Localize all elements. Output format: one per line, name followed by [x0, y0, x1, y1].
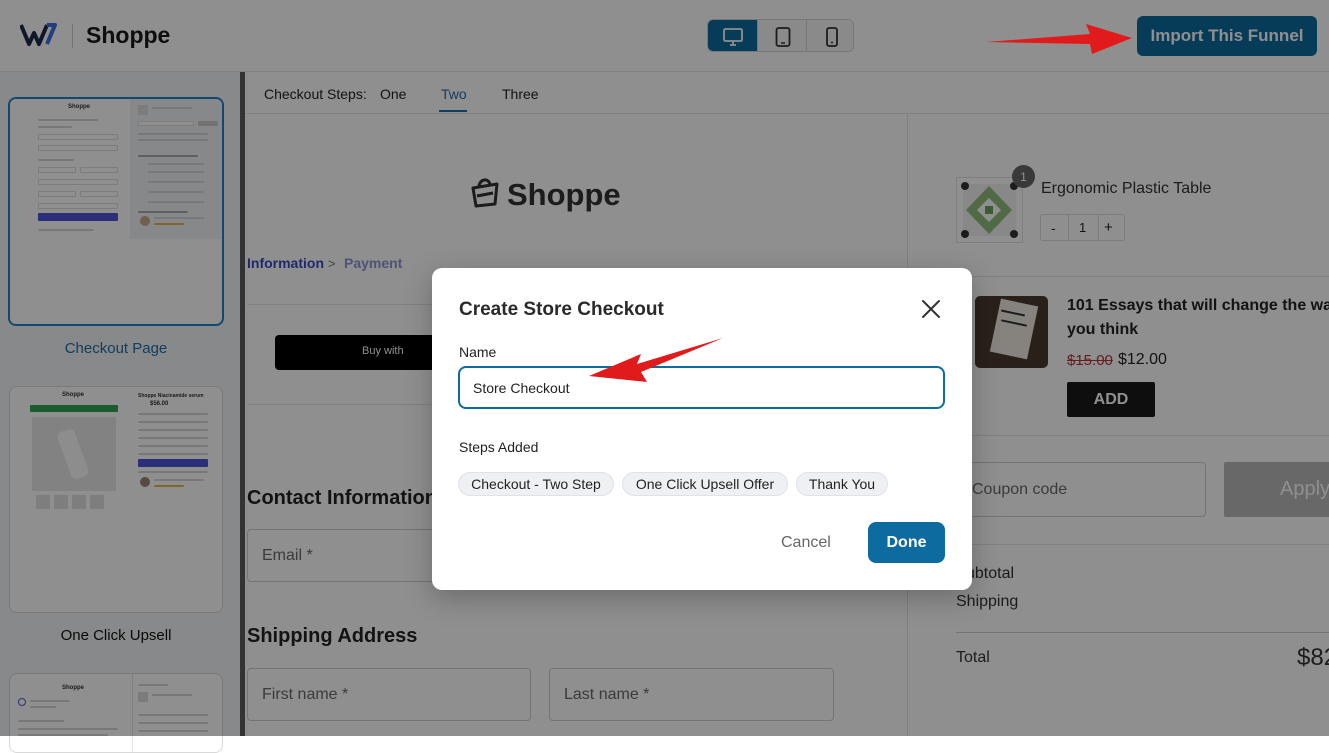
cancel-button[interactable]: Cancel [781, 534, 831, 552]
name-input-value: Store Checkout [473, 379, 570, 396]
name-label: Name [459, 344, 497, 360]
create-store-checkout-modal: Create Store Checkout Name Store Checkou… [432, 268, 972, 590]
step-chip-upsell: One Click Upsell Offer [622, 472, 788, 496]
step-chip-thank-you: Thank You [796, 472, 888, 496]
arrow-to-name-input-icon [589, 338, 723, 382]
step-chip-checkout: Checkout - Two Step [458, 472, 614, 496]
steps-added-label: Steps Added [459, 439, 539, 455]
done-button[interactable]: Done [868, 522, 945, 563]
close-icon[interactable] [921, 299, 941, 319]
modal-title: Create Store Checkout [459, 299, 664, 320]
arrow-to-import-icon [986, 24, 1132, 54]
